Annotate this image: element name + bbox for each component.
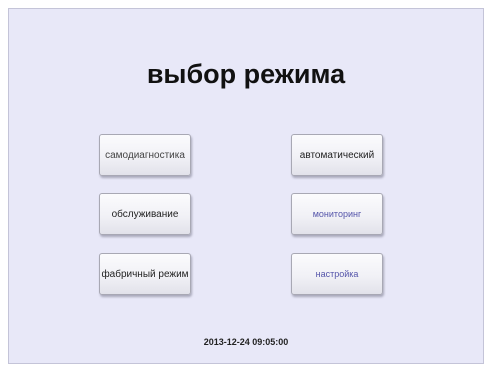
automatic-label: автоматический: [299, 149, 375, 161]
mode-selection-screen: выбор режима самодиагностика обслуживани…: [8, 8, 484, 364]
settings-button[interactable]: настройка: [291, 253, 383, 295]
page-title: выбор режима: [146, 59, 346, 89]
monitoring-button[interactable]: мониторинг: [291, 193, 383, 235]
factory-mode-button[interactable]: фабричный режим: [99, 253, 191, 295]
maintenance-button[interactable]: обслуживание: [99, 193, 191, 235]
self-diagnostics-label: самодиагностика: [105, 149, 185, 161]
settings-label: настройка: [315, 269, 359, 279]
self-diagnostics-button[interactable]: самодиагностика: [99, 134, 191, 176]
factory-mode-label: фабричный режим: [101, 268, 189, 280]
datetime-display: 2013-12-24 09:05:00: [203, 337, 289, 347]
maintenance-label: обслуживание: [111, 208, 179, 220]
automatic-button[interactable]: автоматический: [291, 134, 383, 176]
monitoring-label: мониторинг: [312, 209, 362, 219]
